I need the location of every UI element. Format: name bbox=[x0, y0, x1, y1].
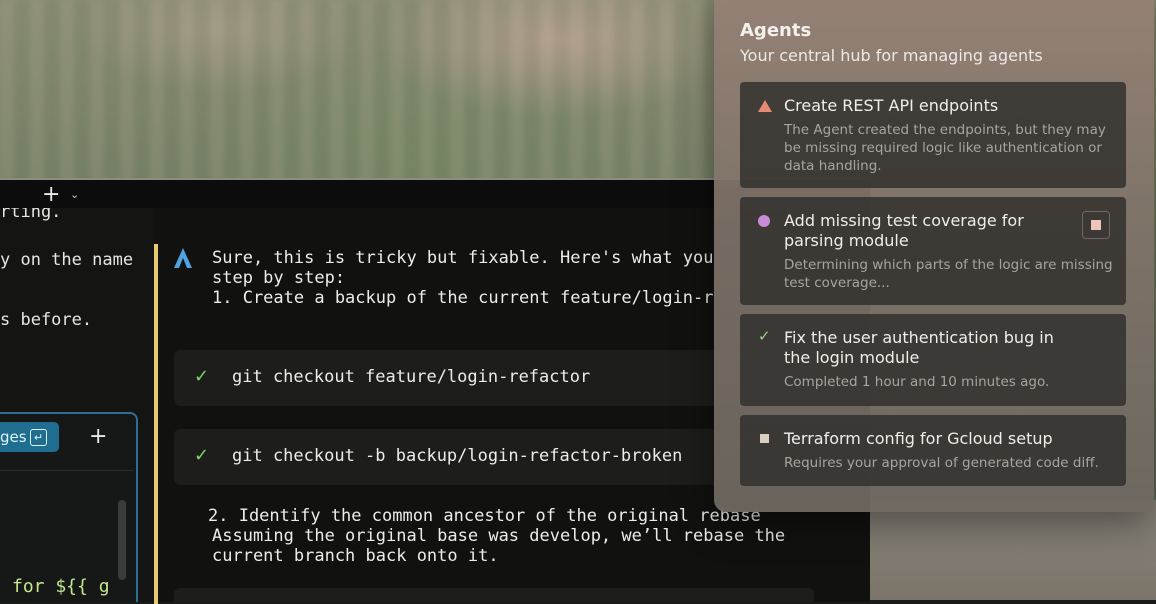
agents-title: Agents bbox=[740, 20, 812, 41]
add-button[interactable]: + bbox=[89, 424, 107, 449]
new-tab-button[interactable]: + bbox=[42, 182, 60, 207]
agent-card[interactable]: Terraform config for Gcloud setup Requir… bbox=[740, 415, 1126, 486]
changes-button[interactable]: ges ↵ bbox=[0, 422, 59, 452]
command-text: git checkout -b backup/login-refactor-br… bbox=[232, 446, 683, 466]
square-icon bbox=[760, 434, 769, 443]
message-line: Assuming the original base was develop, … bbox=[212, 526, 786, 546]
agent-card-title: Fix the user authentication bug in the l… bbox=[784, 328, 1054, 367]
agent-card-description: Determining which parts of the logic are… bbox=[784, 257, 1113, 291]
agent-card-description: The Agent created the endpoints, but the… bbox=[784, 122, 1106, 174]
agent-card[interactable]: Create REST API endpoints The Agent crea… bbox=[740, 82, 1126, 188]
wallpaper-lower-right bbox=[840, 500, 1156, 600]
checkmark-icon: ✓ bbox=[758, 327, 771, 345]
left-pane-line: y on the name bbox=[0, 250, 134, 270]
agents-popover: Agents Your central hub for managing age… bbox=[714, 0, 1154, 512]
message-line: Sure, this is tricky but fixable. Here's… bbox=[212, 248, 714, 268]
wallpaper-texture bbox=[0, 0, 720, 180]
running-dot-icon bbox=[758, 215, 770, 227]
tab-menu-chevron-icon[interactable]: ⌄ bbox=[70, 188, 79, 201]
agent-logo-icon bbox=[174, 248, 192, 268]
message-line: 1. Create a backup of the current featur… bbox=[212, 288, 714, 308]
message-line: step by step: bbox=[212, 268, 346, 288]
message-line: current branch back onto it. bbox=[212, 546, 499, 566]
agent-card-description: Completed 1 hour and 10 minutes ago. bbox=[784, 374, 1050, 390]
stop-icon bbox=[1091, 220, 1101, 230]
panel-scrollbar[interactable] bbox=[118, 500, 126, 580]
left-pane-line: s before. bbox=[0, 310, 93, 330]
message-line: 2. Identify the common ancestor of the o… bbox=[208, 506, 761, 526]
agent-card-title: Terraform config for Gcloud setup bbox=[784, 429, 1053, 448]
command-text: git checkout feature/login-refactor bbox=[232, 367, 591, 387]
checkmark-icon: ✓ bbox=[194, 366, 210, 387]
warning-triangle-icon bbox=[758, 100, 772, 112]
agent-card-title: Create REST API endpoints bbox=[784, 96, 999, 115]
agent-card[interactable]: ✓ Fix the user authentication bug in the… bbox=[740, 314, 1126, 406]
checkmark-icon: ✓ bbox=[194, 445, 210, 466]
left-terminal-pane: rting. y on the name s before. ges ↵ + f… bbox=[0, 208, 154, 602]
left-pane-line: rting. bbox=[0, 208, 62, 222]
changes-button-label: ges bbox=[0, 428, 27, 446]
code-line: for ${{ g bbox=[12, 576, 110, 597]
stop-agent-button[interactable] bbox=[1082, 211, 1110, 239]
agent-card[interactable]: Add missing test coverage for parsing mo… bbox=[740, 197, 1126, 305]
return-icon: ↵ bbox=[30, 429, 47, 446]
agents-subtitle: Your central hub for managing agents bbox=[740, 46, 1043, 65]
agent-card-title: Add missing test coverage for parsing mo… bbox=[784, 211, 1024, 250]
agent-card-description: Requires your approval of generated code… bbox=[784, 455, 1099, 471]
panel-divider bbox=[0, 470, 134, 471]
